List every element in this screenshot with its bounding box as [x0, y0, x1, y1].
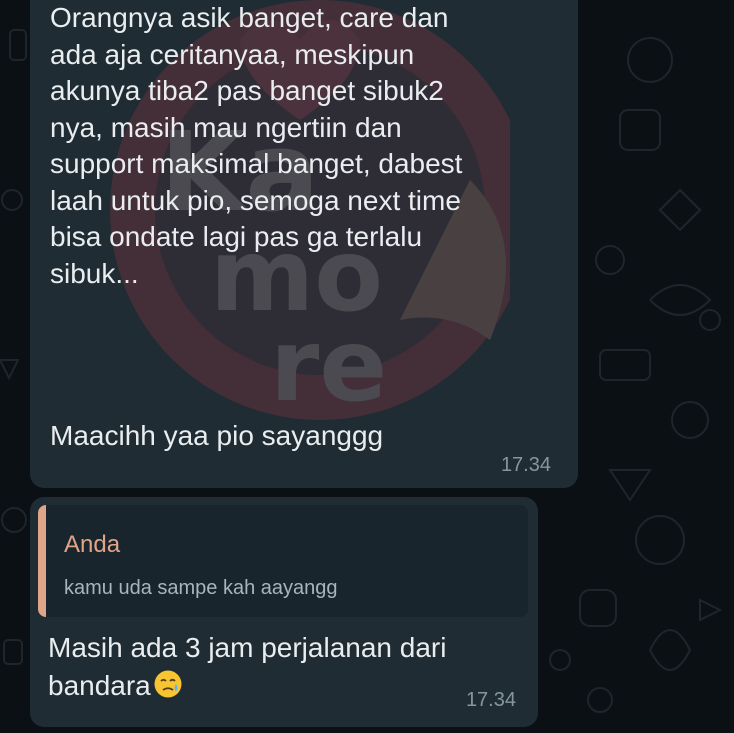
message-timestamp: 17.34 — [500, 454, 551, 476]
quoted-message[interactable]: Anda kamu uda sampe kah aayangg — [38, 505, 528, 617]
svg-text:re: re — [270, 307, 387, 424]
message-timestamp: 17.34 — [465, 689, 516, 711]
message-bubble-reply[interactable]: Anda kamu uda sampe kah aayangg Masih ad… — [30, 497, 538, 727]
message-closing-text: Maacihh yaa pio sayanggg — [50, 420, 384, 451]
reply-text-content: Masih ada 3 jam perjalanan dari bandara — [48, 632, 447, 701]
quote-author: Anda — [64, 531, 121, 558]
message-bubble-incoming[interactable]: Ka mo re Orangnya asik banget, care dan … — [30, 0, 578, 488]
message-text: Orangnya asik banget, care dan ada aja c… — [50, 2, 463, 289]
crying-face-icon — [154, 670, 182, 698]
quote-accent-bar — [38, 505, 46, 617]
chat-screen: Ka mo re Orangnya asik banget, care dan … — [0, 0, 734, 733]
reply-message-text: Masih ada 3 jam perjalanan dari bandara — [48, 629, 518, 705]
quote-text: kamu uda sampe kah aayangg — [64, 577, 338, 599]
